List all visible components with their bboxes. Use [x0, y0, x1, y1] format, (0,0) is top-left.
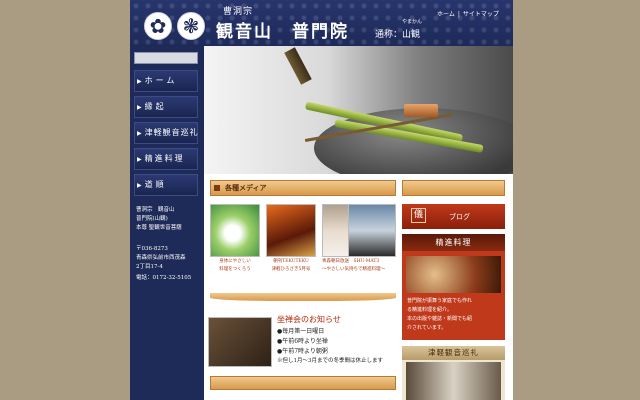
nav-home[interactable]: ▶ ホーム	[134, 70, 198, 92]
nav-home-label: ホーム	[144, 76, 178, 85]
media-section-title: 各種メディア	[225, 183, 267, 192]
top-nav-home[interactable]: ホーム	[437, 11, 455, 18]
media-thumbnail	[210, 204, 260, 257]
blog-icon: 儀	[411, 208, 426, 223]
nav-history-label: 縁起	[144, 102, 167, 111]
nav-pilgrimage-label: 津軽観音巡礼	[144, 128, 199, 137]
zazen-title: 坐禅会のお知らせ	[277, 315, 341, 324]
page-wrapper: ✿ ❃ 曹洞宗 観音山 普門院 やまかん 通称：山観 ホーム | サイトマップ ▶ ホ…	[130, 0, 513, 400]
zazen-note: ※但し1月〜3月までの冬季間は休止します	[277, 358, 383, 364]
lotus-crest-icon: ✿	[144, 12, 172, 40]
sect-label: 曹洞宗	[223, 7, 254, 17]
media-section-header: 各種メディア	[210, 180, 396, 196]
phone-number: 電話：0172-32-5105	[136, 275, 192, 281]
arrow-icon: ▶	[137, 104, 142, 111]
sidebar: ▶ ホーム ▶ 縁起 ▶ 津軽観音巡礼 ▶ 精進料理 ▶ 道順 曹洞宗 観音山 普門院(山…	[130, 46, 202, 400]
media-caption: 青森朝日放送 SHU-MAT3	[322, 259, 380, 264]
media-caption: 身体にやさしい	[219, 259, 251, 264]
shojin-photo	[406, 256, 501, 293]
zazen-line: ●毎月第一日曜日	[277, 328, 325, 335]
hero-image	[204, 46, 513, 174]
nav-pilgrimage[interactable]: ▶ 津軽観音巡礼	[134, 122, 198, 144]
shojin-desc-line: る精進料理を紹介。	[407, 307, 453, 313]
media-caption: 料理をつくろう	[219, 267, 251, 272]
search-input[interactable]	[134, 52, 198, 64]
shojin-desc-line: 介されています。	[407, 325, 447, 331]
arrow-icon: ▶	[137, 130, 142, 137]
arrow-icon: ▶	[137, 78, 142, 85]
arrow-icon: ▶	[137, 182, 142, 189]
blog-button[interactable]: 儀 ブログ	[402, 204, 505, 229]
snowflake-crest-icon: ❃	[177, 12, 205, 40]
address-line: 本尊 聖観世音菩薩	[136, 225, 182, 231]
top-nav-separator: |	[457, 11, 460, 18]
media-caption: 朝刊TEKUTEKU	[273, 259, 309, 264]
shojin-title: 精進料理	[402, 234, 505, 251]
postal-code: 〒036-8273	[136, 246, 168, 252]
top-nav-sitemap[interactable]: サイトマップ	[463, 11, 499, 18]
media-caption: 〜やさしい気持ちで精進料理〜	[322, 267, 385, 272]
nav-directions-label: 道順	[144, 180, 167, 189]
media-thumbnail	[348, 204, 396, 257]
nav-history[interactable]: ▶ 縁起	[134, 96, 198, 118]
arrow-icon: ▶	[137, 156, 142, 163]
alias-ruby: やまかん	[402, 19, 423, 25]
address-line: 曹洞宗 観音山	[136, 207, 175, 213]
temple-title: 観音山 普門院	[216, 22, 349, 42]
shojin-banner[interactable]: 精進料理 普門院が振舞う家庭でも作れ る精進料理を紹介。 本の出版や雑誌・新聞で…	[402, 234, 505, 340]
media-caption: 津軽ひろさき5月号	[271, 267, 311, 272]
top-nav: ホーム | サイトマップ	[437, 9, 499, 18]
ladle-cup	[404, 104, 438, 117]
nav-shojin-label: 精進料理	[144, 154, 185, 163]
wooden-divider	[210, 376, 396, 390]
shojin-description: 普門院が振舞う家庭でも作れ る精進料理を紹介。 本の出版や雑誌・新聞でも紹 介さ…	[407, 297, 472, 333]
nav-shojin[interactable]: ▶ 精進料理	[134, 148, 198, 170]
zazen-photo	[208, 317, 272, 367]
site-header: ✿ ❃ 曹洞宗 観音山 普門院 やまかん 通称：山観 ホーム | サイトマップ	[130, 0, 513, 46]
address-line: 青森県弘前市西茂森	[136, 255, 186, 261]
pilgrimage-banner[interactable]: 津軽観音巡礼	[402, 346, 505, 400]
right-header-bar	[402, 180, 505, 196]
media-item[interactable]	[348, 204, 396, 257]
zazen-line: ●午前7時より朝粥	[277, 348, 328, 355]
address-line: 2丁目17-4	[136, 264, 163, 270]
shojin-desc-line: 普門院が振舞う家庭でも作れ	[407, 298, 473, 304]
nav-directions[interactable]: ▶ 道順	[134, 174, 198, 196]
wooden-divider	[210, 293, 396, 301]
alias-label: やまかん 通称：山観	[375, 19, 422, 40]
shojin-desc-line: 本の出版や雑誌・新聞でも紹	[407, 316, 473, 322]
media-thumbnail	[266, 204, 316, 257]
main-content: 各種メディア 身体にやさしい 料理をつくろう 朝刊TEKUTEKU 津軽ひろさき…	[204, 46, 513, 400]
zazen-line: ●午前6時より坐禅	[277, 338, 328, 345]
blog-label: ブログ	[449, 213, 470, 221]
media-item[interactable]: 身体にやさしい 料理をつくろう	[210, 204, 260, 273]
alias-text: 通称：山観	[375, 30, 421, 40]
media-item[interactable]: 朝刊TEKUTEKU 津軽ひろさき5月号	[266, 204, 316, 273]
pilgrimage-photo	[406, 362, 501, 400]
bullet-icon	[214, 185, 220, 191]
pilgrimage-title: 津軽観音巡礼	[402, 346, 505, 360]
bamboo-spout	[284, 47, 312, 85]
address-line: 普門院(山観)	[136, 216, 168, 222]
